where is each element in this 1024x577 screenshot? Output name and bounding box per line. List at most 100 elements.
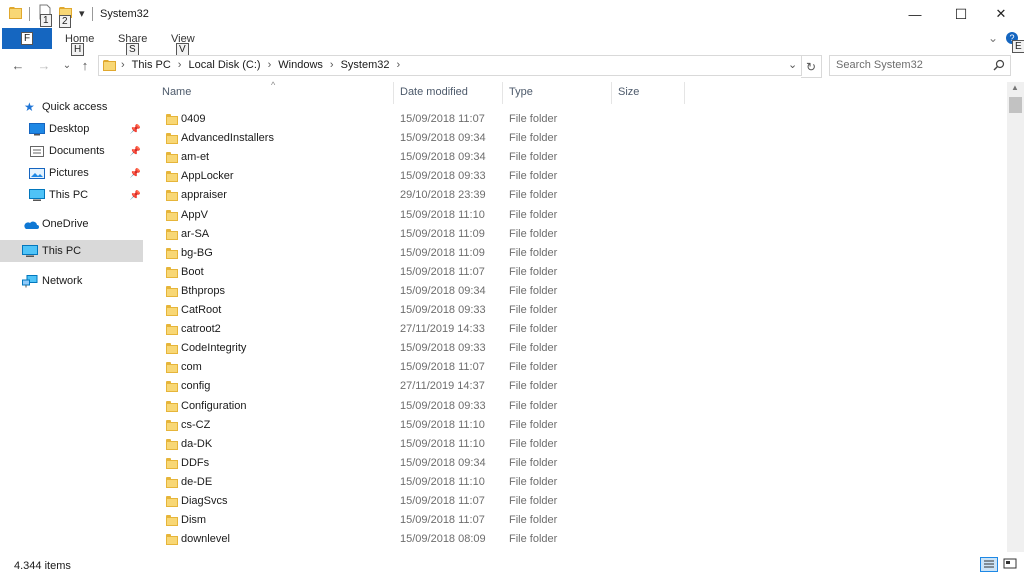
file-row[interactable]: am-et 15/09/2018 09:34 File folder: [160, 148, 1000, 167]
key-tip-2: 2: [59, 15, 71, 28]
column-header-name[interactable]: Name: [162, 86, 191, 98]
folder-icon: [166, 114, 178, 125]
column-divider[interactable]: [684, 82, 685, 104]
file-row[interactable]: da-DK 15/09/2018 11:10 File folder: [160, 435, 1000, 454]
refresh-button[interactable]: ↻: [801, 55, 822, 78]
nav-desktop[interactable]: Desktop 📌: [29, 119, 141, 139]
file-date-modified: 27/11/2019 14:37: [400, 380, 485, 393]
vertical-scrollbar[interactable]: ▲: [1007, 82, 1024, 552]
nav-documents[interactable]: Documents 📌: [29, 141, 141, 161]
file-type: File folder: [509, 418, 558, 431]
item-count: 4.344 items: [14, 560, 71, 572]
column-divider[interactable]: [393, 82, 394, 104]
maximize-icon: ☐: [954, 5, 968, 22]
up-button[interactable]: ↑: [76, 56, 94, 74]
file-row[interactable]: com 15/09/2018 11:07 File folder: [160, 358, 1000, 377]
minimize-button[interactable]: —: [892, 0, 938, 28]
file-type: File folder: [509, 495, 558, 507]
onedrive-icon: [24, 221, 39, 229]
nav-onedrive[interactable]: OneDrive: [22, 214, 140, 234]
details-view-button[interactable]: [980, 557, 998, 572]
close-button[interactable]: ✕: [978, 0, 1024, 28]
file-row[interactable]: DiagSvcs 15/09/2018 11:07 File folder: [160, 492, 1000, 511]
search-box[interactable]: Search System32: [829, 55, 1011, 76]
address-bar[interactable]: › This PC › Local Disk (C:) › Windows › …: [98, 55, 802, 76]
file-row[interactable]: catroot2 27/11/2019 14:33 File folder: [160, 320, 1000, 339]
large-icons-view-button[interactable]: [1002, 557, 1020, 572]
column-divider[interactable]: [611, 82, 612, 104]
column-header-type[interactable]: Type: [509, 86, 533, 98]
collapse-ribbon-icon[interactable]: ⌄: [988, 31, 998, 45]
folder-icon: [166, 190, 178, 202]
properties-button[interactable]: 1: [38, 4, 52, 27]
file-name: CatRoot: [181, 304, 222, 316]
search-input[interactable]: Search System32: [836, 59, 923, 71]
column-header-size[interactable]: Size: [618, 86, 639, 98]
recent-locations-button[interactable]: ⌄: [58, 56, 76, 74]
breadcrumb-separator[interactable]: ›: [121, 59, 125, 71]
file-row[interactable]: AppV 15/09/2018 11:10 File folder: [160, 206, 1000, 225]
nav-quick-access[interactable]: ★ Quick access: [24, 97, 142, 117]
file-name: AppV: [181, 208, 208, 221]
nav-pictures[interactable]: Pictures 📌: [29, 163, 141, 183]
file-date-modified: 15/09/2018 09:33: [400, 342, 486, 355]
breadcrumb-local-disk[interactable]: Local Disk (C:): [188, 59, 260, 71]
file-row[interactable]: de-DE 15/09/2018 11:10 File folder: [160, 473, 1000, 492]
file-row[interactable]: downlevel 15/09/2018 08:09 File folder: [160, 530, 1000, 549]
file-row[interactable]: AppLocker 15/09/2018 09:33 File folder: [160, 167, 1000, 186]
file-tab[interactable]: F: [2, 28, 52, 49]
breadcrumb-windows[interactable]: Windows: [278, 59, 323, 71]
tab-home[interactable]: Home H: [65, 33, 94, 56]
tab-share[interactable]: Share S: [118, 33, 147, 56]
breadcrumb-this-pc[interactable]: This PC: [132, 59, 171, 71]
file-date-modified: 15/09/2018 11:07: [400, 514, 485, 527]
file-row[interactable]: CodeIntegrity 15/09/2018 09:33 File folder: [160, 339, 1000, 358]
breadcrumb-system32[interactable]: System32: [341, 59, 390, 71]
file-row[interactable]: AdvancedInstallers 15/09/2018 09:34 File f…: [160, 129, 1000, 148]
back-button[interactable]: ←: [9, 56, 27, 74]
folder-icon: [166, 266, 178, 278]
qat-dropdown-icon[interactable]: ▾: [79, 7, 85, 20]
file-date-modified: 29/10/2018 23:39: [400, 189, 486, 202]
file-row[interactable]: 0409 15/09/2018 11:07 File folder: [160, 110, 1000, 129]
file-row[interactable]: DDFs 15/09/2018 09:34 File folder: [160, 454, 1000, 473]
breadcrumb-separator[interactable]: ›: [268, 59, 272, 71]
file-row[interactable]: Bthprops 15/09/2018 09:34 File folder: [160, 282, 1000, 301]
file-row[interactable]: appraiser 29/10/2018 23:39 File folder: [160, 186, 1000, 205]
scrollbar-thumb[interactable]: [1009, 97, 1022, 113]
file-date-modified: 15/09/2018 11:10: [400, 475, 485, 488]
nav-this-pc-label: This PC: [42, 245, 82, 257]
breadcrumb-separator[interactable]: ›: [396, 59, 400, 71]
nav-network[interactable]: Network: [22, 271, 140, 291]
nav-this-pc-pinned-label: This PC: [49, 189, 89, 201]
file-row[interactable]: config 27/11/2019 14:37 File folder: [160, 377, 1000, 396]
nav-pictures-label: Pictures: [49, 167, 89, 179]
file-row[interactable]: Dism 15/09/2018 11:07 File folder: [160, 511, 1000, 530]
column-header-date-modified[interactable]: Date modified: [400, 86, 468, 98]
scroll-up-icon[interactable]: ▲: [1011, 83, 1019, 92]
breadcrumb-separator[interactable]: ›: [178, 59, 182, 71]
file-row[interactable]: Boot 15/09/2018 11:07 File folder: [160, 263, 1000, 282]
pin-icon: 📌: [129, 123, 141, 134]
folder-icon: [166, 438, 178, 450]
pictures-icon: [29, 167, 45, 179]
tab-view[interactable]: View V: [171, 33, 195, 56]
file-type: File folder: [509, 456, 558, 469]
file-row[interactable]: CatRoot 15/09/2018 09:33 File folder: [160, 301, 1000, 320]
file-type: File folder: [509, 380, 558, 393]
nav-this-pc-pinned[interactable]: This PC 📌: [29, 185, 141, 205]
file-row[interactable]: ar-SA 15/09/2018 11:09 File folder: [160, 225, 1000, 244]
forward-button[interactable]: →: [35, 56, 53, 74]
address-dropdown-icon[interactable]: ⌄: [788, 58, 797, 71]
file-name: bg-BG: [181, 246, 213, 259]
new-folder-button[interactable]: 2: [59, 5, 73, 28]
column-divider[interactable]: [502, 82, 503, 104]
search-icon[interactable]: [993, 59, 1005, 74]
file-row[interactable]: cs-CZ 15/09/2018 11:10 File folder: [160, 416, 1000, 435]
file-date-modified: 15/09/2018 09:33: [400, 170, 486, 183]
file-row[interactable]: bg-BG 15/09/2018 11:09 File folder: [160, 244, 1000, 263]
desktop-icon: [29, 122, 45, 135]
nav-this-pc[interactable]: This PC: [22, 241, 140, 261]
file-row[interactable]: Configuration 15/09/2018 09:33 File folder: [160, 397, 1000, 416]
breadcrumb-separator[interactable]: ›: [330, 59, 334, 71]
